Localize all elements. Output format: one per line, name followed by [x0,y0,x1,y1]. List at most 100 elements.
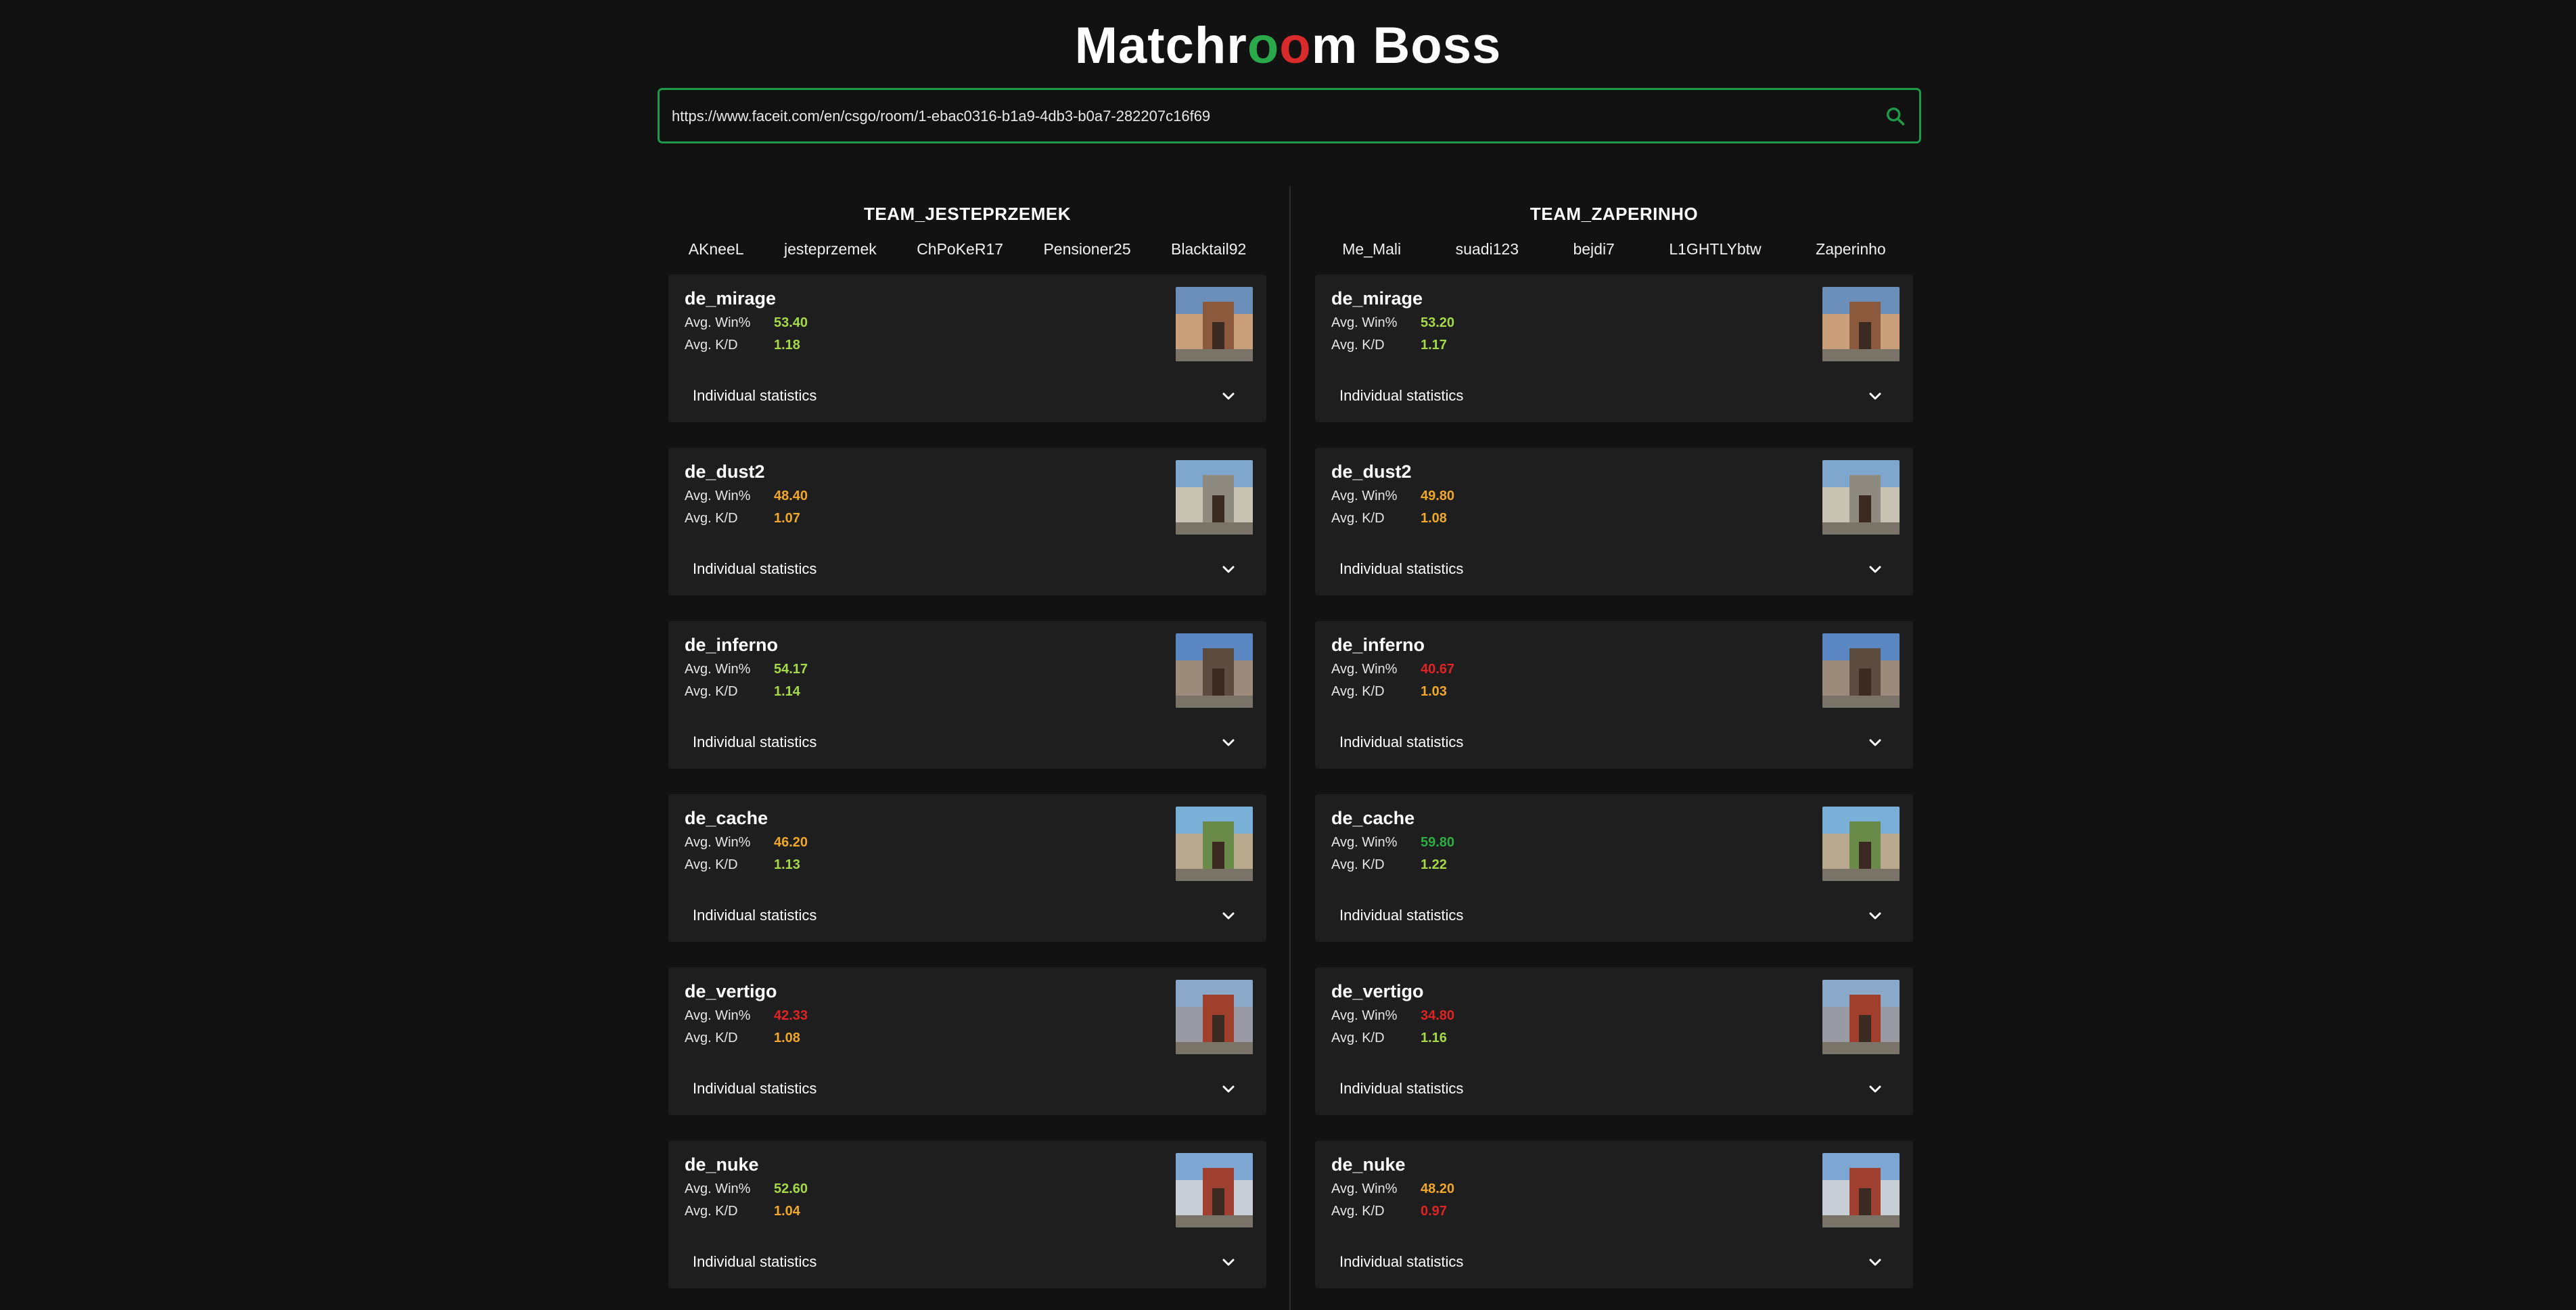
individual-statistics-toggle[interactable]: Individual statistics [668,549,1266,589]
map-name: de_mirage [1331,288,1423,309]
map-name: de_vertigo [685,981,777,1001]
map-thumbnail [1822,633,1900,708]
kd-value: 1.16 [1421,1031,1447,1045]
kd-label: Avg. K/D [1331,684,1385,699]
map-name: de_inferno [685,635,779,655]
map-thumbnail [1176,287,1253,361]
chevron-down-icon [1869,566,1881,573]
win-rate-label: Avg. Win% [685,1181,751,1196]
kd-value: 1.22 [1421,857,1447,872]
individual-statistics-label: Individual statistics [1339,733,1464,750]
map-thumbnail [1176,807,1253,881]
kd-value: 1.03 [1421,684,1447,699]
player-name: bejdi7 [1573,240,1615,258]
map-thumbnail [1822,287,1900,361]
kd-value: 1.17 [1421,338,1447,353]
chevron-down-icon [1869,739,1881,746]
win-rate-value: 48.40 [774,489,808,503]
player-name: L1GHTLYbtw [1669,240,1762,258]
map-name: de_nuke [1331,1154,1406,1175]
map-thumbnail [1176,460,1253,535]
individual-statistics-label: Individual statistics [693,733,817,750]
individual-statistics-toggle[interactable]: Individual statistics [1315,723,1913,762]
chevron-down-icon [1222,392,1235,400]
chevron-down-icon [1869,1259,1881,1266]
map-name: de_nuke [685,1154,759,1175]
search-icon[interactable] [1884,105,1907,128]
chevron-down-icon [1222,912,1235,920]
win-rate-label: Avg. Win% [685,1008,751,1023]
map-name: de_vertigo [1331,981,1424,1001]
win-rate-label: Avg. Win% [1331,489,1398,503]
map-name: de_dust2 [1331,461,1412,482]
kd-label: Avg. K/D [1331,1031,1385,1045]
win-rate-label: Avg. Win% [1331,315,1398,330]
map-thumbnail [1822,980,1900,1054]
win-rate-value: 52.60 [774,1181,808,1196]
win-rate-label: Avg. Win% [685,315,751,330]
individual-statistics-toggle[interactable]: Individual statistics [1315,376,1913,415]
kd-value: 0.97 [1421,1204,1447,1219]
map-name: de_cache [685,808,768,828]
chevron-down-icon [1222,739,1235,746]
kd-value: 1.08 [1421,511,1447,526]
chevron-down-icon [1869,392,1881,400]
individual-statistics-toggle[interactable]: Individual statistics [668,723,1266,762]
map-card: de_mirage Avg. Win% 53.40 Avg. K/D 1.18 … [668,275,1266,422]
kd-label: Avg. K/D [685,1031,738,1045]
kd-label: Avg. K/D [685,338,738,353]
individual-statistics-label: Individual statistics [693,1253,817,1270]
map-card: de_dust2 Avg. Win% 49.80 Avg. K/D 1.08 I… [1315,448,1913,595]
individual-statistics-toggle[interactable]: Individual statistics [1315,549,1913,589]
individual-statistics-toggle[interactable]: Individual statistics [668,1069,1266,1108]
map-card: de_nuke Avg. Win% 48.20 Avg. K/D 0.97 In… [1315,1141,1913,1288]
chevron-down-icon [1222,1085,1235,1093]
win-rate-label: Avg. Win% [685,662,751,677]
kd-label: Avg. K/D [1331,857,1385,872]
individual-statistics-toggle[interactable]: Individual statistics [1315,1069,1913,1108]
map-thumbnail [1176,1153,1253,1227]
player-name: Zaperinho [1816,240,1886,258]
player-name: ChPoKeR17 [917,240,1004,258]
map-name: de_mirage [685,288,777,309]
app-title-green-o: o [1247,17,1280,74]
win-rate-value: 59.80 [1421,835,1455,850]
team-panel: TEAM_ZAPERINHO Me_Mali suadi123 bejdi7 L… [1315,200,1913,1288]
win-rate-label: Avg. Win% [685,489,751,503]
team-panel: TEAM_JESTEPRZEMEK AKneeL jesteprzemek Ch… [668,200,1266,1288]
chevron-down-icon [1222,1259,1235,1266]
map-thumbnail [1822,807,1900,881]
kd-value: 1.18 [774,338,800,353]
kd-label: Avg. K/D [1331,338,1385,353]
kd-label: Avg. K/D [685,511,738,526]
kd-label: Avg. K/D [685,684,738,699]
map-card: de_vertigo Avg. Win% 42.33 Avg. K/D 1.08… [668,968,1266,1115]
map-thumbnail [1822,1153,1900,1227]
win-rate-value: 42.33 [774,1008,808,1023]
win-rate-value: 40.67 [1421,662,1455,677]
win-rate-label: Avg. Win% [1331,1181,1398,1196]
individual-statistics-toggle[interactable]: Individual statistics [1315,896,1913,935]
individual-statistics-label: Individual statistics [1339,907,1464,924]
player-name: Me_Mali [1342,240,1402,258]
individual-statistics-toggle[interactable]: Individual statistics [668,896,1266,935]
individual-statistics-toggle[interactable]: Individual statistics [668,376,1266,415]
win-rate-value: 49.80 [1421,489,1455,503]
win-rate-value: 34.80 [1421,1008,1455,1023]
map-card: de_cache Avg. Win% 46.20 Avg. K/D 1.13 I… [668,794,1266,942]
individual-statistics-toggle[interactable]: Individual statistics [668,1242,1266,1282]
app-title-red-o: o [1279,17,1312,74]
map-name: de_dust2 [685,461,765,482]
individual-statistics-toggle[interactable]: Individual statistics [1315,1242,1913,1282]
room-url-search [658,88,1921,143]
kd-label: Avg. K/D [1331,511,1385,526]
map-thumbnail [1176,633,1253,708]
map-card: de_mirage Avg. Win% 53.20 Avg. K/D 1.17 … [1315,275,1913,422]
win-rate-label: Avg. Win% [1331,1008,1398,1023]
kd-value: 1.08 [774,1031,800,1045]
map-name: de_inferno [1331,635,1425,655]
map-thumbnail [1822,460,1900,535]
room-url-input[interactable] [670,90,1864,143]
kd-value: 1.14 [774,684,800,699]
team-divider [1289,186,1291,1310]
